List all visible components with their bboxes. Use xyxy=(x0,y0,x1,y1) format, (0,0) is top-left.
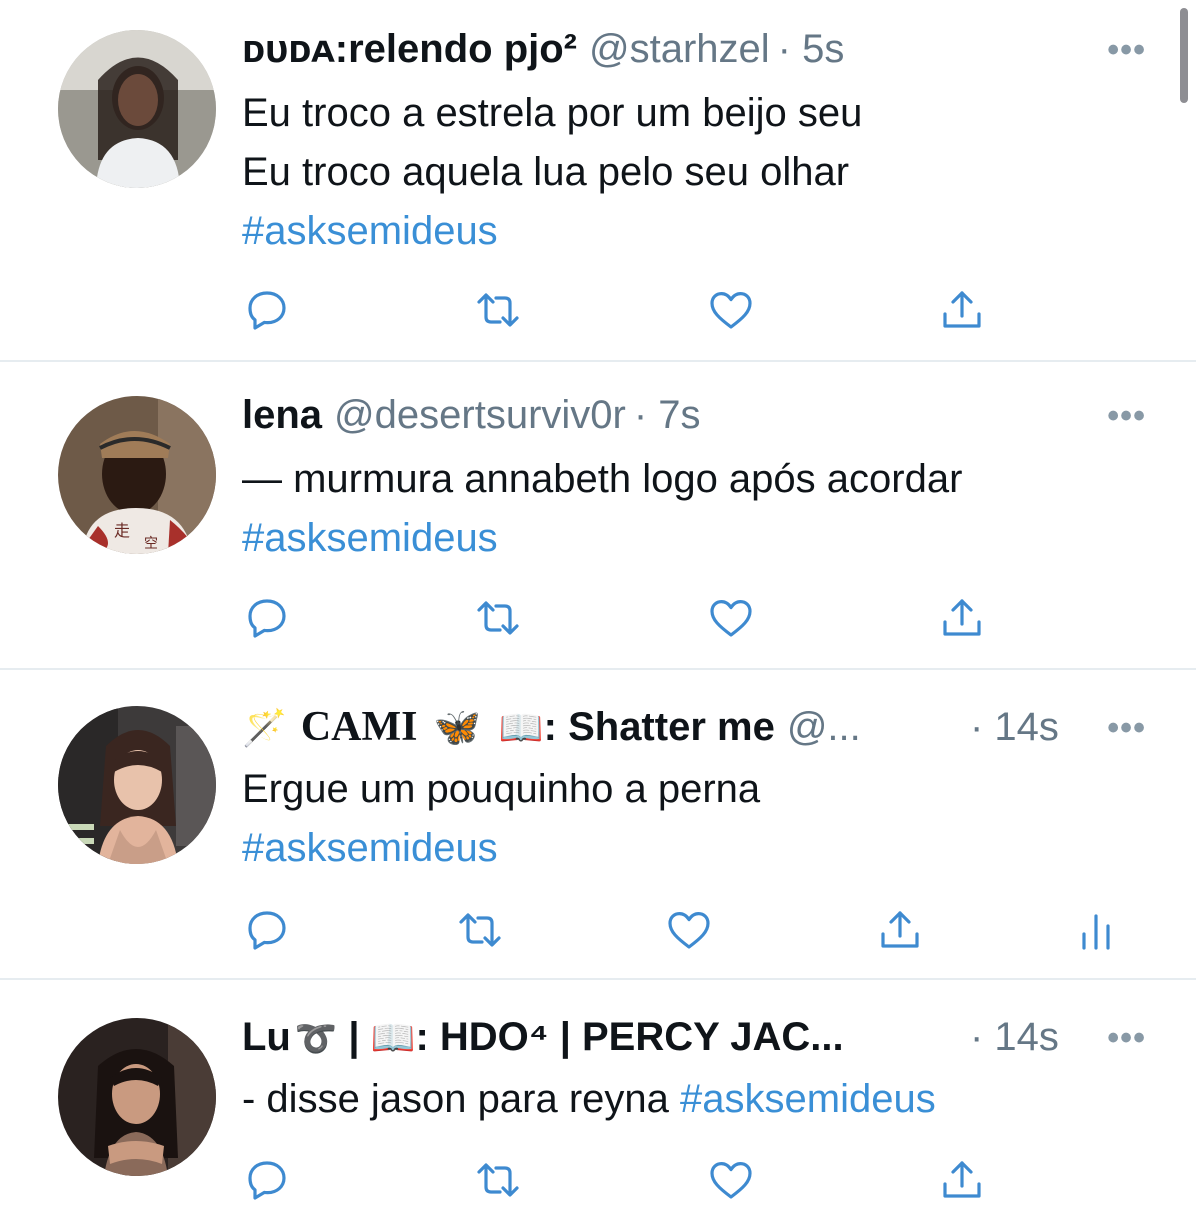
reply-icon[interactable] xyxy=(243,1156,291,1204)
retweet-icon[interactable] xyxy=(474,594,522,642)
tweet[interactable]: 🪄 CAMI 🦋 📖 : Shatter me @... · 14s ••• E… xyxy=(0,670,1196,980)
svg-text:走: 走 xyxy=(114,521,130,540)
avatar[interactable]: 走 空 xyxy=(58,396,216,554)
reply-icon[interactable] xyxy=(243,906,291,954)
share-icon[interactable] xyxy=(938,594,986,642)
display-name[interactable]: ᴅᴜᴅᴀ:relendo pjo² xyxy=(242,24,577,74)
tweet[interactable]: ᴅᴜᴅᴀ:relendo pjo² @starhzel · 5s ••• Eu … xyxy=(0,0,1196,362)
more-options-icon[interactable]: ••• xyxy=(1107,33,1146,67)
timestamp[interactable]: · 14s xyxy=(970,1012,1059,1062)
svg-text:空: 空 xyxy=(144,536,158,552)
magic-wand-icon: 🪄 xyxy=(242,708,287,749)
tweet-header: 🪄 CAMI 🦋 📖 : Shatter me @... xyxy=(242,702,1072,752)
tweet-text: Eu troco a estrela por um beijo seu Eu t… xyxy=(242,84,862,261)
share-icon[interactable] xyxy=(938,1156,986,1204)
tweet-line: - disse jason para reyna xyxy=(242,1077,681,1121)
book-icon: 📖 xyxy=(370,1018,416,1059)
tweet[interactable]: Lu ➰ | 📖 : HDO⁴ | PERCY JAC... · 14s •••… xyxy=(0,980,1196,1200)
timestamp[interactable]: · 7s xyxy=(634,390,701,440)
timestamp[interactable]: · 5s xyxy=(778,24,845,74)
analytics-icon[interactable] xyxy=(1072,906,1120,954)
handle[interactable]: @starhzel xyxy=(589,24,770,74)
hashtag-link[interactable]: #asksemideus xyxy=(242,509,962,568)
tweet-line: — murmura annabeth logo após acordar xyxy=(242,457,963,501)
tweet-text: - disse jason para reyna #asksemideus xyxy=(242,1070,936,1129)
display-name[interactable]: CAMI xyxy=(301,702,418,752)
share-icon[interactable] xyxy=(876,906,924,954)
timestamp-wrap: · 14s xyxy=(970,1012,1059,1062)
reply-icon[interactable] xyxy=(243,286,291,334)
retweet-icon[interactable] xyxy=(474,286,522,334)
hashtag-link[interactable]: #asksemideus xyxy=(680,1077,936,1121)
tweet-header: lena @desertsurviv0r · 7s xyxy=(242,390,701,440)
like-icon[interactable] xyxy=(665,906,713,954)
curly-loop-icon: ➰ xyxy=(294,1019,338,1059)
avatar[interactable] xyxy=(58,1018,216,1176)
handle[interactable]: @desertsurviv0r xyxy=(334,390,626,440)
display-name-suffix[interactable]: : HDO⁴ | PERCY JAC... xyxy=(415,1012,843,1062)
avatar[interactable] xyxy=(58,30,216,188)
tweet-actions xyxy=(0,1156,1196,1206)
display-name[interactable]: Lu xyxy=(242,1012,291,1062)
more-options-icon[interactable]: ••• xyxy=(1107,1021,1146,1055)
timestamp[interactable]: · 14s xyxy=(970,702,1059,752)
tweet-actions xyxy=(0,906,1196,956)
more-options-icon[interactable]: ••• xyxy=(1107,399,1146,433)
tweet-line: Eu troco aquela lua pelo seu olhar xyxy=(242,150,850,194)
tweet-actions xyxy=(0,286,1196,336)
hashtag-link[interactable]: #asksemideus xyxy=(242,202,862,261)
tweet-header: Lu ➰ | 📖 : HDO⁴ | PERCY JAC... xyxy=(242,1012,962,1062)
like-icon[interactable] xyxy=(707,286,755,334)
retweet-icon[interactable] xyxy=(474,1156,522,1204)
book-icon: 📖 xyxy=(498,708,544,749)
share-icon[interactable] xyxy=(938,286,986,334)
tweet-line: Ergue um pouquinho a perna xyxy=(242,767,761,811)
timestamp-wrap: · 14s xyxy=(970,702,1059,752)
tweet[interactable]: 走 空 lena @desertsurviv0r · 7s ••• — murm… xyxy=(0,362,1196,670)
display-name-suffix[interactable]: : Shatter me xyxy=(544,702,775,752)
tweet-actions xyxy=(0,594,1196,644)
display-name-separator[interactable]: | xyxy=(337,1012,370,1062)
butterfly-icon: 🦋 xyxy=(433,705,481,749)
display-name[interactable]: lena xyxy=(242,390,322,440)
like-icon[interactable] xyxy=(707,594,755,642)
tweet-text: — murmura annabeth logo após acordar #as… xyxy=(242,450,962,568)
like-icon[interactable] xyxy=(707,1156,755,1204)
more-options-icon[interactable]: ••• xyxy=(1107,711,1146,745)
retweet-icon[interactable] xyxy=(456,906,504,954)
tweet-header: ᴅᴜᴅᴀ:relendo pjo² @starhzel · 5s xyxy=(242,24,844,74)
reply-icon[interactable] xyxy=(243,594,291,642)
tweet-text: Ergue um pouquinho a perna #asksemideus xyxy=(242,760,760,878)
hashtag-link[interactable]: #asksemideus xyxy=(242,819,760,878)
handle[interactable]: @... xyxy=(787,702,861,752)
avatar[interactable] xyxy=(58,706,216,864)
tweet-line: Eu troco a estrela por um beijo seu xyxy=(242,91,863,135)
